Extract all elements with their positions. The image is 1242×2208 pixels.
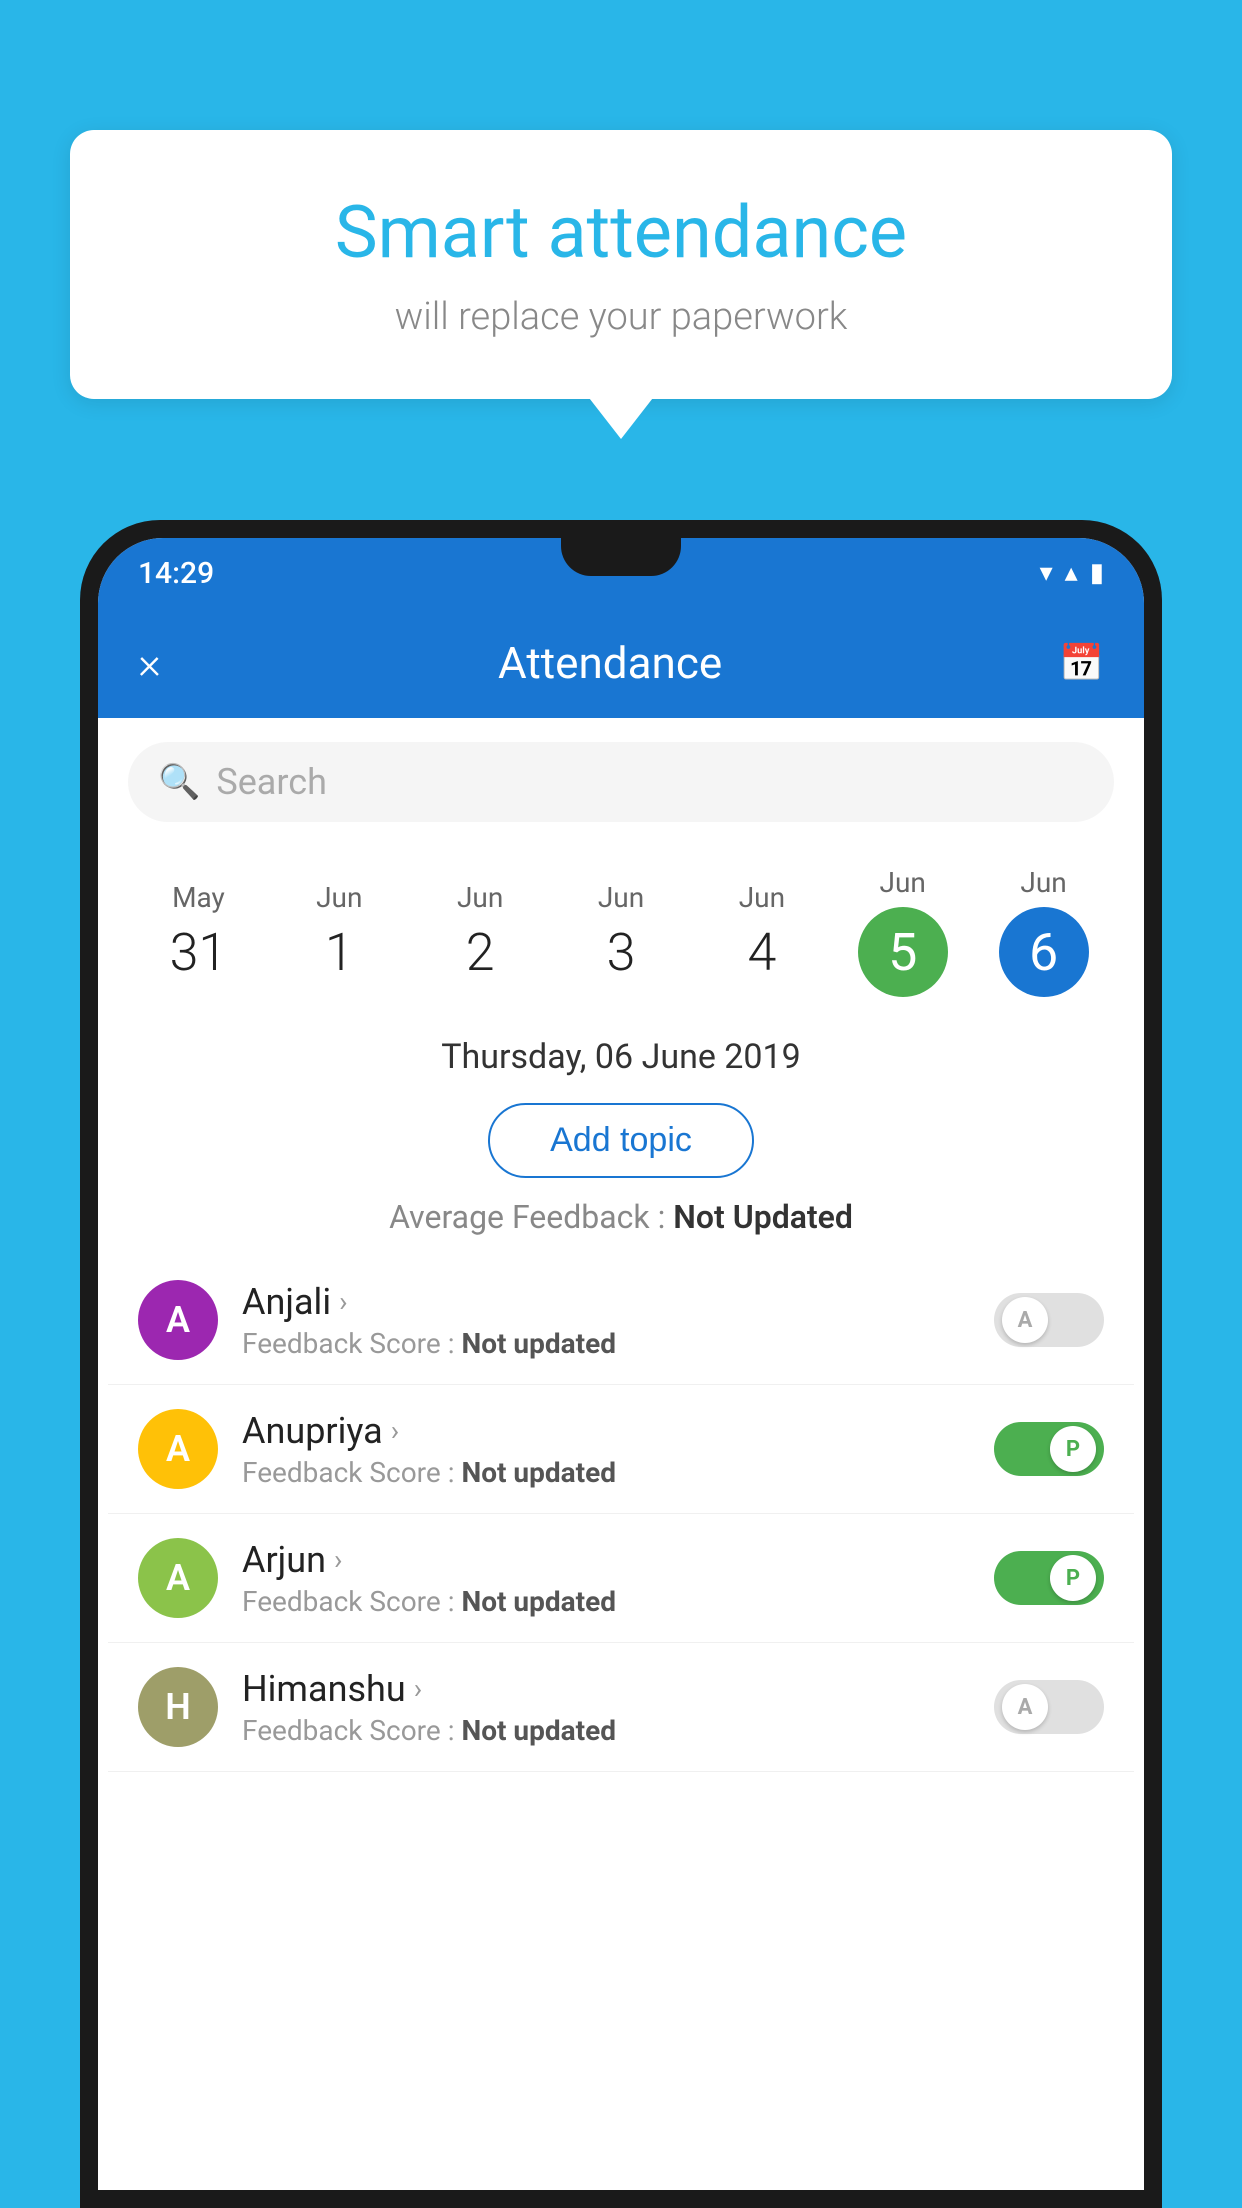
student-info-anupriya: Anupriya › Feedback Score : Not updated bbox=[242, 1410, 970, 1489]
close-button[interactable]: × bbox=[138, 637, 161, 689]
app-header: × Attendance 📅 bbox=[98, 608, 1144, 718]
student-name-anjali: Anjali bbox=[242, 1281, 331, 1323]
date-col-jun2[interactable]: Jun 2 bbox=[410, 881, 551, 983]
search-icon: 🔍 bbox=[158, 762, 200, 802]
student-info-arjun: Arjun › Feedback Score : Not updated bbox=[242, 1539, 970, 1618]
attendance-toggle-arjun[interactable]: P bbox=[994, 1551, 1104, 1605]
wifi-icon: ▾ bbox=[1040, 558, 1053, 588]
phone-inner: 14:29 ▾ ▴ ▮ × Attendance 📅 🔍 Search May … bbox=[98, 538, 1144, 2190]
speech-bubble-container: Smart attendance will replace your paper… bbox=[70, 130, 1172, 399]
chevron-icon-arjun: › bbox=[334, 1543, 342, 1576]
average-feedback-label: Average Feedback : bbox=[389, 1198, 665, 1236]
status-icons: ▾ ▴ ▮ bbox=[1040, 558, 1104, 588]
status-time: 14:29 bbox=[138, 556, 214, 591]
student-info-anjali: Anjali › Feedback Score : Not updated bbox=[242, 1281, 970, 1360]
feedback-value-anupriya: Not updated bbox=[461, 1456, 616, 1489]
attendance-toggle-himanshu[interactable]: A bbox=[994, 1680, 1104, 1734]
feedback-value-himanshu: Not updated bbox=[461, 1714, 616, 1747]
selected-date-display: Thursday, 06 June 2019 bbox=[98, 1017, 1144, 1093]
feedback-value-arjun: Not updated bbox=[461, 1585, 616, 1618]
page-title: Attendance bbox=[498, 637, 722, 689]
chevron-icon-himanshu: › bbox=[414, 1672, 422, 1705]
attendance-toggle-anjali[interactable]: A bbox=[994, 1293, 1104, 1347]
avatar-himanshu: H bbox=[138, 1667, 218, 1747]
calendar-icon[interactable]: 📅 bbox=[1059, 642, 1104, 684]
average-feedback: Average Feedback : Not Updated bbox=[98, 1198, 1144, 1236]
phone-frame: 14:29 ▾ ▴ ▮ × Attendance 📅 🔍 Search May … bbox=[80, 520, 1162, 2208]
date-col-jun4[interactable]: Jun 4 bbox=[691, 881, 832, 983]
speech-bubble: Smart attendance will replace your paper… bbox=[70, 130, 1172, 399]
student-item-anupriya[interactable]: A Anupriya › Feedback Score : Not update… bbox=[108, 1385, 1134, 1514]
feedback-value-anjali: Not updated bbox=[461, 1327, 616, 1360]
student-item-arjun[interactable]: A Arjun › Feedback Score : Not updated P bbox=[108, 1514, 1134, 1643]
speech-bubble-subtitle: will replace your paperwork bbox=[150, 295, 1092, 339]
student-name-himanshu: Himanshu bbox=[242, 1668, 406, 1710]
student-item-anjali[interactable]: A Anjali › Feedback Score : Not updated … bbox=[108, 1256, 1134, 1385]
date-col-jun3[interactable]: Jun 3 bbox=[551, 881, 692, 983]
date-picker: May 31 Jun 1 Jun 2 Jun 3 Jun 4 Jun 5 bbox=[98, 846, 1144, 1017]
date-col-jun1[interactable]: Jun 1 bbox=[269, 881, 410, 983]
student-list: A Anjali › Feedback Score : Not updated … bbox=[98, 1256, 1144, 1772]
date-col-jun6[interactable]: Jun 6 bbox=[973, 866, 1114, 997]
add-topic-button[interactable]: Add topic bbox=[488, 1103, 754, 1178]
battery-icon: ▮ bbox=[1090, 558, 1104, 588]
toggle-knob-arjun: P bbox=[1050, 1555, 1096, 1601]
chevron-icon-anupriya: › bbox=[391, 1414, 399, 1447]
avatar-anupriya: A bbox=[138, 1409, 218, 1489]
status-bar: 14:29 ▾ ▴ ▮ bbox=[98, 538, 1144, 608]
student-name-arjun: Arjun bbox=[242, 1539, 326, 1581]
speech-bubble-title: Smart attendance bbox=[150, 190, 1092, 275]
avatar-arjun: A bbox=[138, 1538, 218, 1618]
feedback-label-anjali: Feedback Score : bbox=[242, 1327, 454, 1360]
student-item-himanshu[interactable]: H Himanshu › Feedback Score : Not update… bbox=[108, 1643, 1134, 1772]
toggle-knob-himanshu: A bbox=[1002, 1684, 1048, 1730]
avatar-anjali: A bbox=[138, 1280, 218, 1360]
date-col-may31[interactable]: May 31 bbox=[128, 881, 269, 983]
feedback-label-arjun: Feedback Score : bbox=[242, 1585, 454, 1618]
date-col-jun5[interactable]: Jun 5 bbox=[832, 866, 973, 997]
toggle-knob-anupriya: P bbox=[1050, 1426, 1096, 1472]
student-name-anupriya: Anupriya bbox=[242, 1410, 383, 1452]
search-input[interactable]: Search bbox=[216, 761, 327, 803]
attendance-toggle-anupriya[interactable]: P bbox=[994, 1422, 1104, 1476]
feedback-label-anupriya: Feedback Score : bbox=[242, 1456, 454, 1489]
signal-icon: ▴ bbox=[1065, 558, 1078, 588]
phone-notch bbox=[561, 538, 681, 576]
chevron-icon-anjali: › bbox=[339, 1285, 347, 1318]
feedback-label-himanshu: Feedback Score : bbox=[242, 1714, 454, 1747]
average-feedback-value: Not Updated bbox=[673, 1198, 853, 1236]
student-info-himanshu: Himanshu › Feedback Score : Not updated bbox=[242, 1668, 970, 1747]
search-bar[interactable]: 🔍 Search bbox=[128, 742, 1114, 822]
toggle-knob-anjali: A bbox=[1002, 1297, 1048, 1343]
